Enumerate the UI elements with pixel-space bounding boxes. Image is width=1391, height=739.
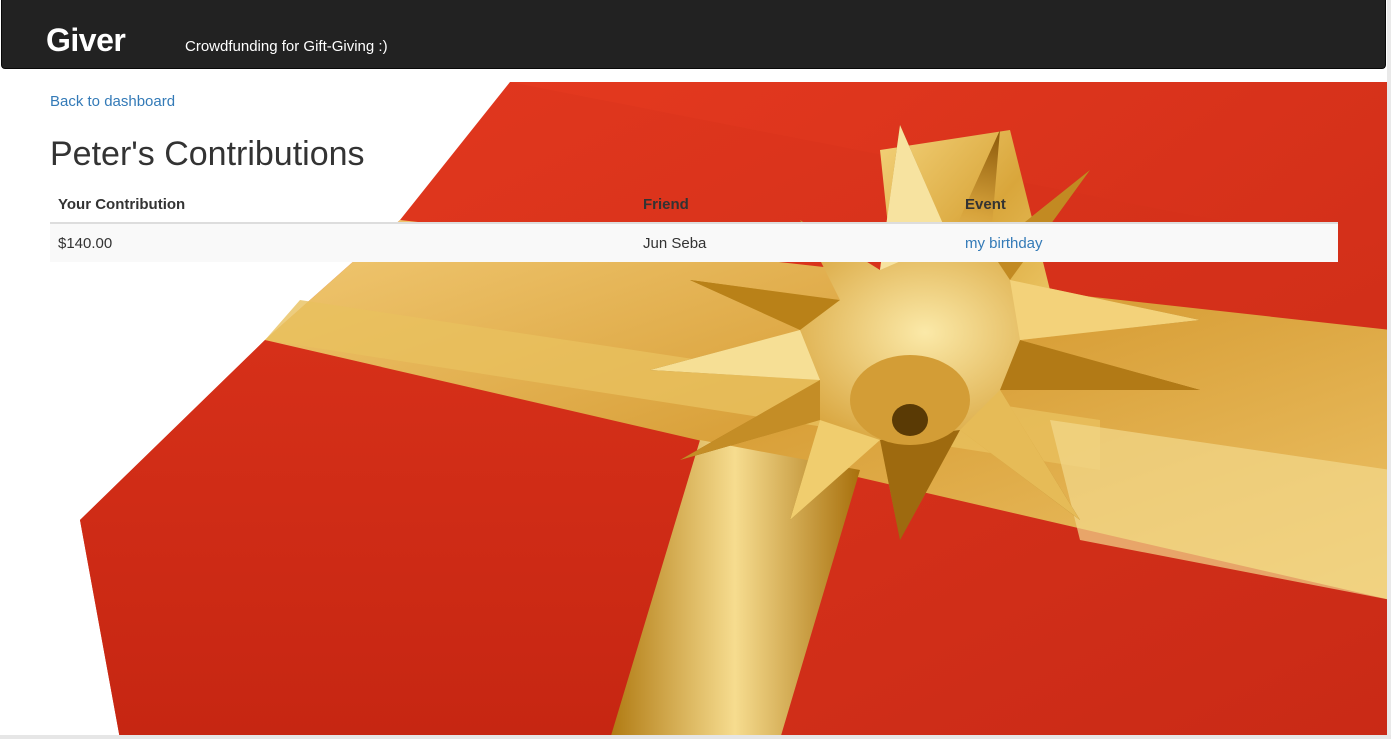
contributions-table: Your Contribution Friend Event $140.00 J… — [50, 186, 1338, 262]
page: Giver Crowdfunding for Gift-Giving :) Ba… — [0, 0, 1391, 739]
navbar-tagline: Crowdfunding for Gift-Giving :) — [185, 38, 388, 55]
event-link[interactable]: my birthday — [965, 235, 1043, 252]
table-header-row: Your Contribution Friend Event — [50, 186, 1338, 224]
table-row: $140.00 Jun Seba my birthday — [50, 222, 1338, 262]
contribution-amount-cell: $140.00 — [50, 222, 635, 262]
column-header-friend: Friend — [635, 186, 957, 224]
column-header-event: Event — [957, 186, 1338, 224]
event-cell: my birthday — [957, 222, 1338, 262]
column-header-contribution: Your Contribution — [50, 186, 635, 224]
back-to-dashboard-link[interactable]: Back to dashboard — [50, 88, 175, 116]
window-bottom-edge — [0, 735, 1391, 739]
window-right-edge — [1387, 0, 1391, 739]
friend-name-cell: Jun Seba — [635, 222, 957, 262]
main-content: Back to dashboard Peter's Contributions … — [50, 88, 1338, 262]
brand-logo-link[interactable]: Giver — [46, 22, 126, 58]
top-navbar: Giver Crowdfunding for Gift-Giving :) — [1, 0, 1386, 69]
page-title: Peter's Contributions — [50, 135, 365, 173]
